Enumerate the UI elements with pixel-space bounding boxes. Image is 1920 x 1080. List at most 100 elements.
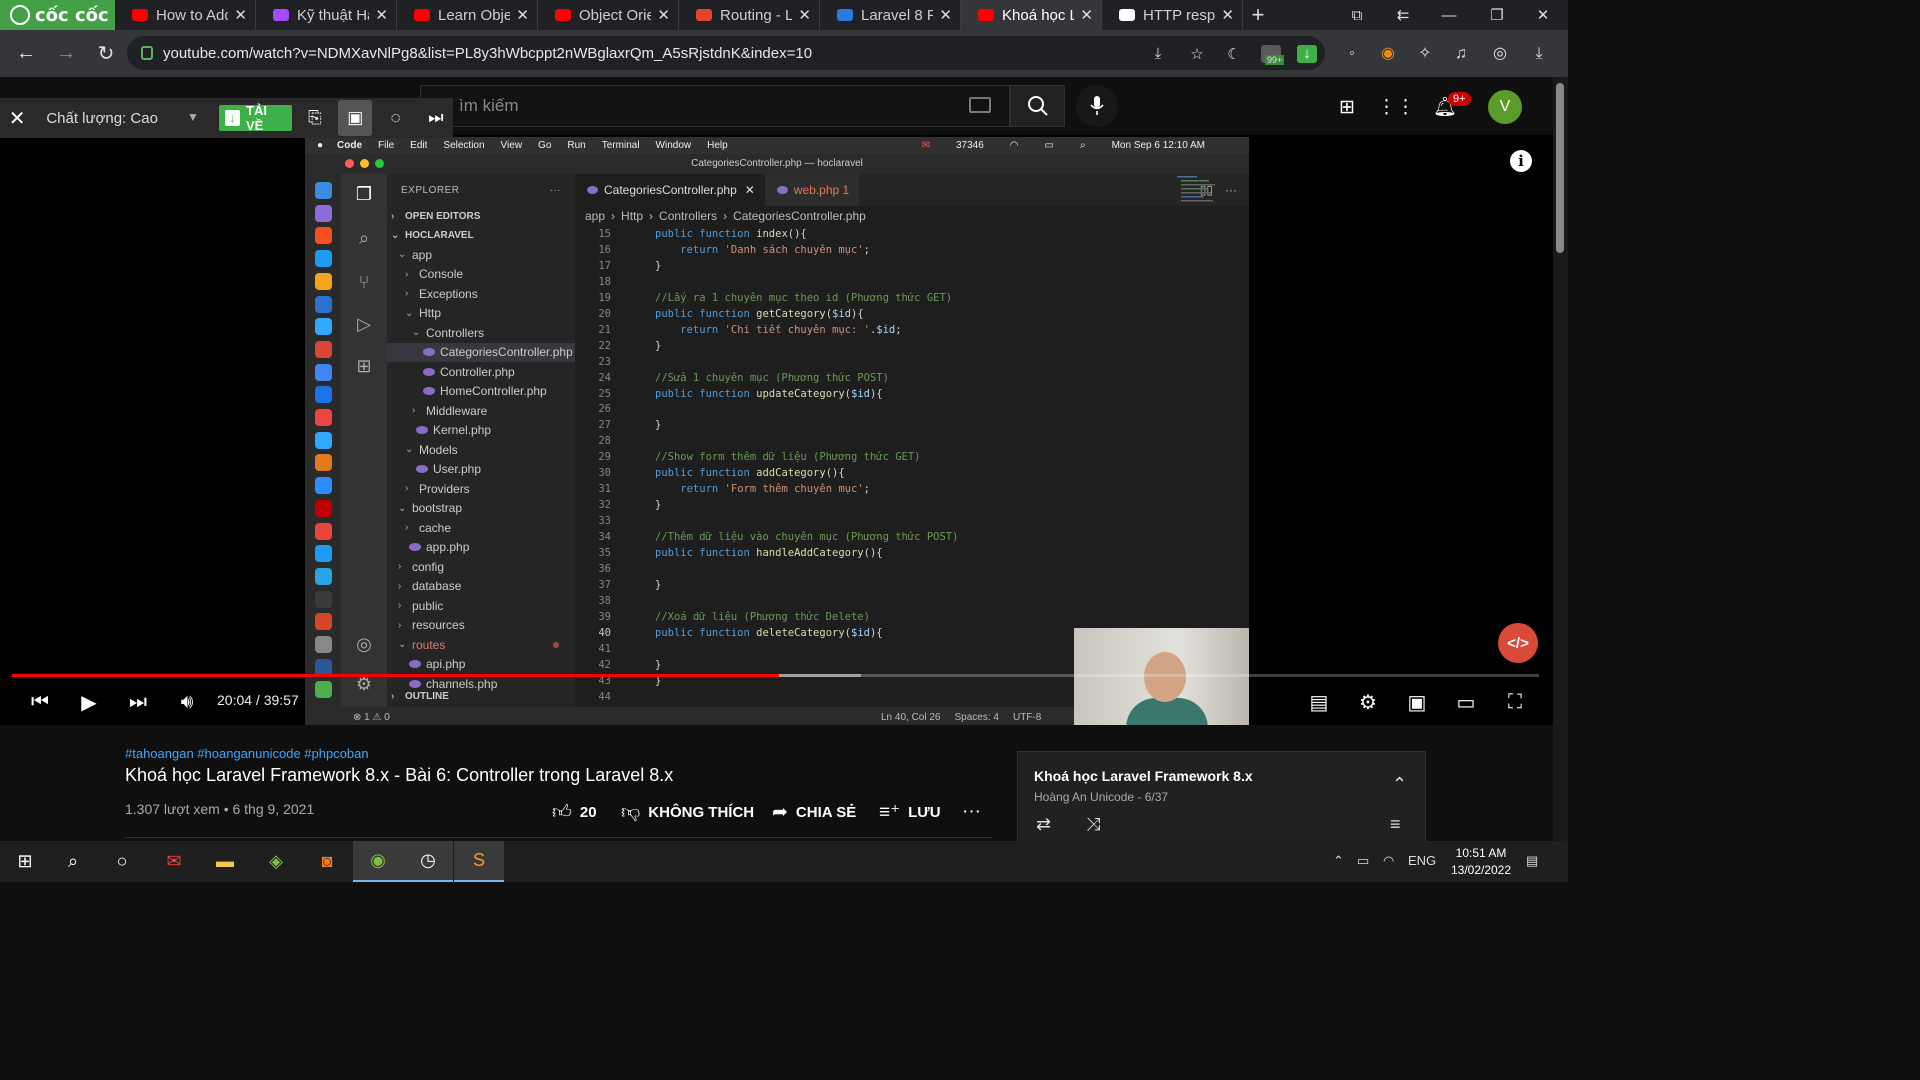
close-window-button[interactable]: ✕ bbox=[1520, 0, 1566, 30]
notifications-icon[interactable]: ▤ bbox=[1526, 853, 1538, 869]
miniplayer-icon[interactable]: ▣ bbox=[1402, 688, 1432, 716]
skip-icon[interactable]: ⏭ bbox=[419, 100, 453, 136]
tab-close-icon[interactable]: ✕ bbox=[1221, 6, 1234, 24]
apps-grid-icon[interactable]: ⋮⋮ bbox=[1377, 92, 1415, 122]
like-button[interactable]: 👍︎ 20 bbox=[552, 801, 597, 824]
code-line: //Sửa 1 chuyên mục (Phương thức POST) bbox=[655, 372, 889, 384]
tab-close-icon[interactable]: ✕ bbox=[798, 6, 811, 24]
create-video-icon[interactable]: ⊞ bbox=[1332, 92, 1362, 122]
coccoc-logo[interactable]: cốc cốc bbox=[0, 0, 115, 30]
avatar[interactable]: V bbox=[1488, 90, 1522, 124]
bookmark-star-icon[interactable]: ☆ bbox=[1187, 45, 1207, 63]
language-indicator[interactable]: ENG bbox=[1408, 853, 1436, 868]
next-icon[interactable]: ⏭ bbox=[123, 688, 153, 716]
back-history-icon[interactable]: ⇇ bbox=[1380, 0, 1426, 30]
volume-icon[interactable]: 🔊︎ bbox=[172, 688, 202, 716]
browser-tab[interactable]: Routing - La ✕ bbox=[679, 0, 820, 30]
extensions-puzzle-icon[interactable]: ✧ bbox=[1414, 43, 1436, 65]
maximize-button[interactable]: ❐ bbox=[1474, 0, 1520, 30]
shuffle-icon[interactable]: ⤨ bbox=[1086, 814, 1100, 835]
lightbulb-icon[interactable]: ◌ bbox=[378, 100, 412, 136]
file-explorer-icon[interactable]: ▬ bbox=[200, 841, 250, 882]
forward-button[interactable]: → bbox=[48, 36, 84, 72]
sublime-text-icon[interactable]: S bbox=[454, 841, 504, 882]
quality-select[interactable]: Chất lượng: Cao ▼ bbox=[34, 110, 207, 127]
back-button[interactable]: ← bbox=[8, 36, 44, 72]
voice-search-button[interactable] bbox=[1076, 85, 1118, 127]
browser-tab[interactable]: Object Orien ✕ bbox=[538, 0, 679, 30]
tab-close-icon[interactable]: ✕ bbox=[234, 6, 247, 24]
downloads-icon[interactable]: ⤓ bbox=[1528, 43, 1550, 65]
download-button[interactable]: ↓ TẢI VỀ bbox=[218, 103, 292, 133]
download-page-icon[interactable]: ⤓ bbox=[1148, 45, 1168, 63]
search-input[interactable]: ìm kiếm bbox=[420, 85, 1010, 127]
windows-start-icon[interactable]: ⊞ bbox=[0, 841, 50, 882]
tab-close-icon[interactable]: ✕ bbox=[516, 6, 529, 24]
dark-mode-icon[interactable]: ☾ bbox=[1224, 45, 1244, 63]
taskbar-clock[interactable]: 10:51 AM 13/02/2022 bbox=[1445, 845, 1517, 879]
page-scrollbar[interactable] bbox=[1553, 77, 1568, 841]
radio-icon[interactable]: ◦ bbox=[1341, 43, 1363, 65]
line-number: 21 bbox=[598, 323, 611, 336]
playlist-title[interactable]: Khoá học Laravel Framework 8.x bbox=[1034, 768, 1253, 784]
fullscreen-icon[interactable]: ⛶ bbox=[1500, 688, 1530, 716]
tab-close-icon[interactable]: ✕ bbox=[939, 6, 952, 24]
clock-app-icon[interactable]: ◷ bbox=[403, 841, 453, 882]
minimize-button[interactable]: — bbox=[1426, 0, 1472, 30]
browser-tab[interactable]: How to Add ✕ bbox=[115, 0, 256, 30]
play-icon[interactable]: ▶ bbox=[74, 688, 104, 716]
save-button[interactable]: ≡⁺ LƯU bbox=[879, 801, 941, 824]
scrollbar-thumb[interactable] bbox=[1556, 83, 1564, 253]
new-tab-button[interactable]: + bbox=[1243, 0, 1273, 30]
keyboard-icon[interactable] bbox=[969, 97, 991, 113]
gmail-icon[interactable]: ✉ bbox=[149, 841, 199, 882]
extension-circle-icon[interactable]: ◉ bbox=[1377, 43, 1399, 65]
coccoc-download-icon[interactable]: ↓ bbox=[1297, 45, 1317, 63]
subtitles-icon[interactable]: ▤ bbox=[1304, 688, 1334, 716]
cortana-icon[interactable]: ○ bbox=[97, 841, 147, 882]
playlist-menu-icon[interactable]: ≡ bbox=[1390, 814, 1401, 835]
close-icon[interactable]: ✕ bbox=[0, 106, 34, 131]
tab-close-icon[interactable]: ✕ bbox=[1080, 6, 1093, 24]
chevron-up-icon[interactable]: ⌃ bbox=[1392, 774, 1407, 795]
code-line: } bbox=[655, 419, 661, 431]
progress-bar[interactable] bbox=[12, 674, 1539, 677]
coccoc-browser-icon[interactable]: ◉ bbox=[353, 841, 403, 882]
theater-mode-icon[interactable]: ▭ bbox=[1451, 688, 1481, 716]
battery-icon[interactable]: ▭ bbox=[1357, 853, 1369, 869]
code-extension-icon[interactable]: </> bbox=[1498, 623, 1538, 663]
browser-tab[interactable]: Learn Object ✕ bbox=[397, 0, 538, 30]
previous-icon[interactable]: ⏮ bbox=[25, 688, 55, 716]
settings-gear-icon[interactable]: ⚙ bbox=[1353, 688, 1383, 716]
tab-search-icon[interactable]: ⧉ bbox=[1334, 0, 1380, 30]
profile-icon[interactable]: ◎ bbox=[1489, 43, 1511, 65]
browser-tab[interactable]: Khoá học La ✕ bbox=[961, 0, 1102, 30]
info-icon[interactable]: i bbox=[1510, 150, 1532, 172]
media-control-icon[interactable]: ♫ bbox=[1450, 43, 1472, 65]
browser-tab[interactable]: Laravel 8 Fro ✕ bbox=[820, 0, 961, 30]
code-line: } bbox=[655, 260, 661, 272]
hashtags[interactable]: #tahoangan #hoanganunicode #phpcoban bbox=[125, 746, 369, 761]
tab-close-icon[interactable]: ✕ bbox=[375, 6, 388, 24]
nvidia-icon[interactable]: ◈ bbox=[251, 841, 301, 882]
address-bar[interactable]: youtube.com/watch?v=NDMXavNlPg8&list=PL8… bbox=[127, 36, 1325, 70]
browser-tab[interactable]: Kỹ thuật Hac ✕ bbox=[256, 0, 397, 30]
app-icon[interactable]: ◙ bbox=[302, 841, 352, 882]
mac-menu-item: Edit bbox=[410, 140, 428, 151]
dislike-button[interactable]: 👎︎ KHÔNG THÍCH bbox=[621, 801, 754, 824]
tab-close-icon[interactable]: ✕ bbox=[657, 6, 670, 24]
tree-folder: ⌄ Models bbox=[387, 440, 575, 459]
search-icon[interactable]: ⌕ bbox=[48, 841, 98, 882]
picture-in-picture-icon[interactable]: ▣ bbox=[338, 100, 373, 136]
phone-download-icon[interactable]: ⎘ bbox=[298, 100, 332, 136]
loop-icon[interactable]: ⇄ bbox=[1036, 814, 1051, 835]
browser-tab[interactable]: HTTP respor ✕ bbox=[1102, 0, 1243, 30]
share-button[interactable]: ➦ CHIA SẺ bbox=[772, 801, 856, 824]
code-line: //Thêm dữ liệu vào chuyên mục (Phương th… bbox=[655, 531, 958, 543]
extension-counter-icon[interactable]: 99+ bbox=[1261, 45, 1285, 65]
search-button[interactable] bbox=[1010, 85, 1065, 127]
more-actions-button[interactable]: ··· bbox=[962, 801, 981, 823]
tray-chevron-icon[interactable]: ⌃ bbox=[1333, 853, 1344, 869]
wifi-icon[interactable]: ◠ bbox=[1383, 853, 1394, 869]
reload-button[interactable]: ↻ bbox=[88, 36, 124, 72]
